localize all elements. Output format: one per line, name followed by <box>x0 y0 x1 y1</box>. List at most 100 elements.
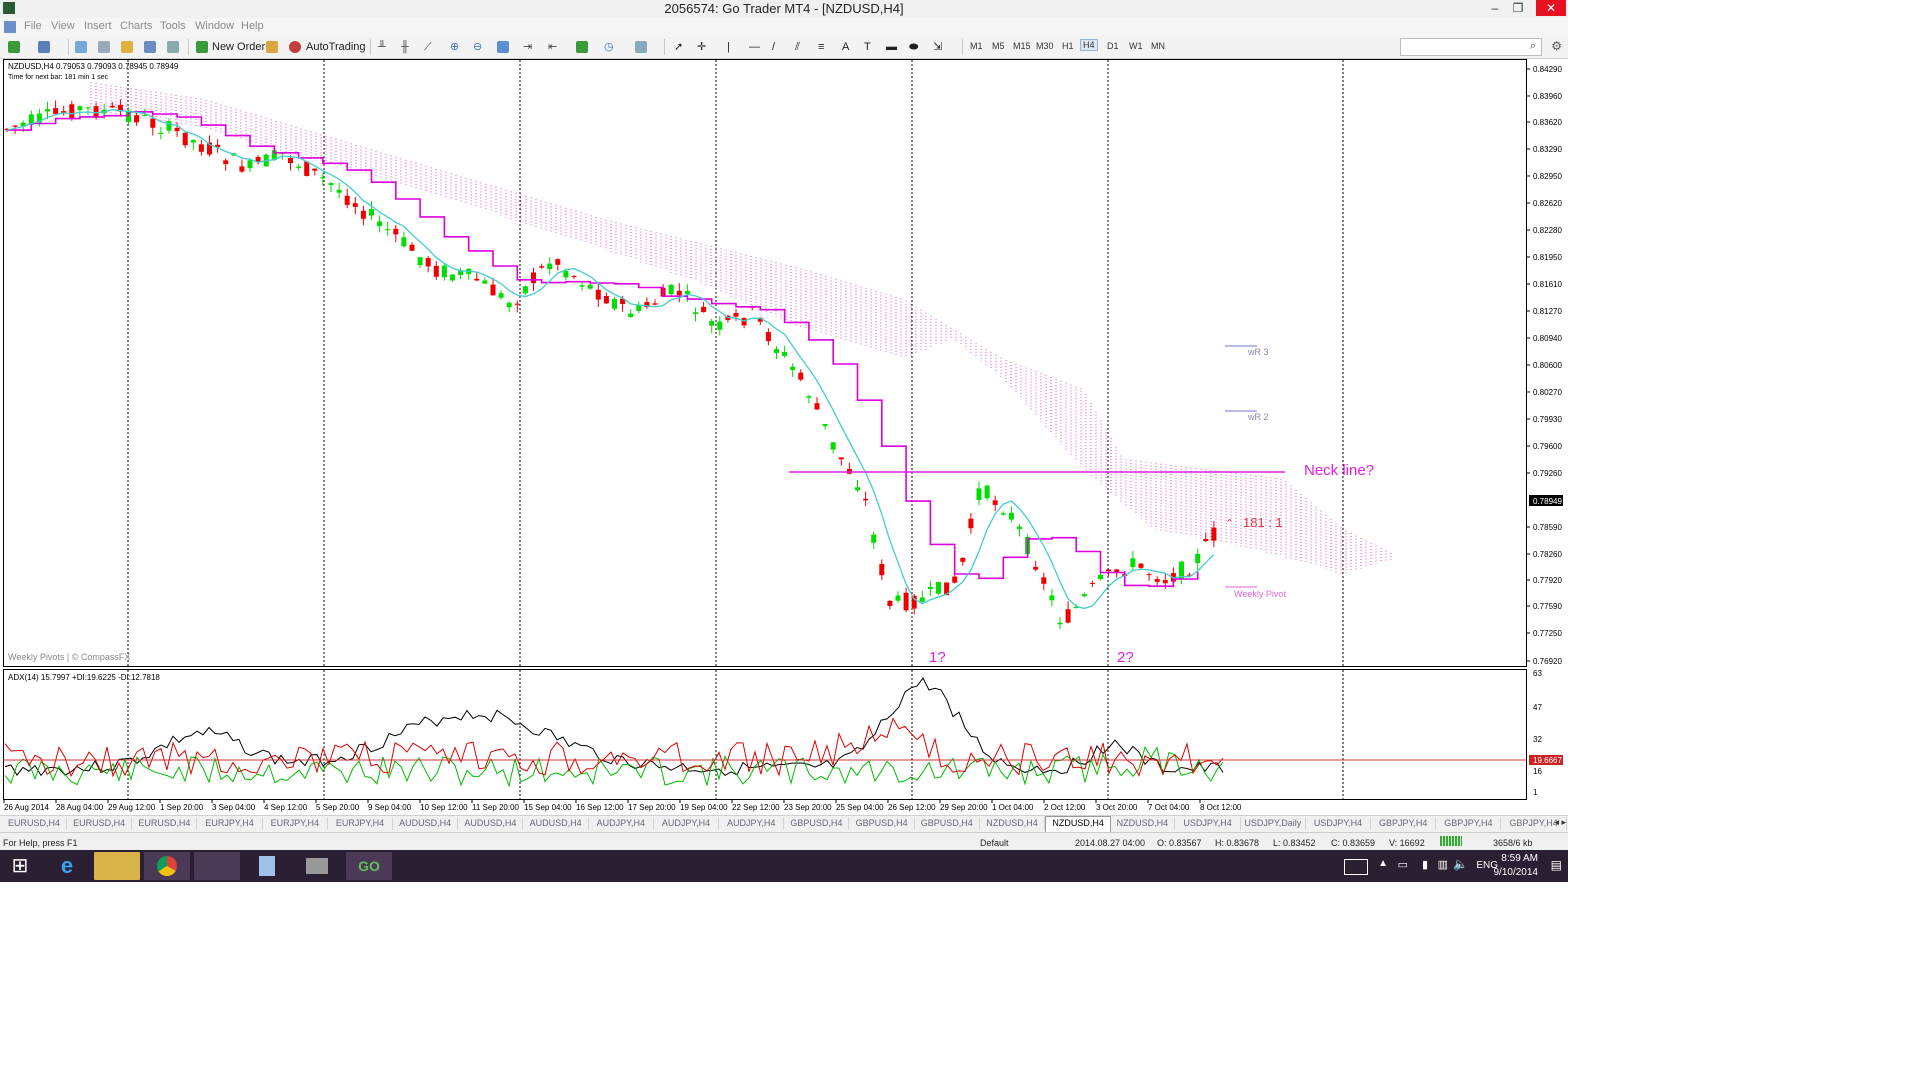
chart-tab[interactable]: GBPUSD,H4 <box>915 817 980 830</box>
chart-tab[interactable]: AUDJPY,H4 <box>719 817 785 830</box>
file-explorer-icon[interactable] <box>94 852 140 880</box>
chart-shift-icon[interactable]: ⇤ <box>548 39 557 55</box>
chart-tab[interactable]: AUDJPY,H4 <box>589 817 654 830</box>
navigator-icon[interactable] <box>121 41 133 53</box>
market-watch-icon[interactable] <box>75 41 87 53</box>
bar-chart-icon[interactable]: ╨ <box>378 39 386 55</box>
remote-desktop-icon[interactable] <box>194 852 240 880</box>
chart-tab[interactable]: AUDJPY,H4 <box>654 817 719 830</box>
chart-tab[interactable]: EURJPY,H4 <box>198 817 263 830</box>
candle-body <box>547 263 553 270</box>
chart-tab[interactable]: AUDUSD,H4 <box>524 817 589 830</box>
menu-help[interactable]: Help <box>241 20 264 32</box>
tile-windows-icon[interactable] <box>497 41 509 53</box>
film-icon[interactable] <box>294 852 340 880</box>
strategy-tester-icon[interactable] <box>167 41 179 53</box>
templates-icon[interactable] <box>635 41 647 53</box>
chart-tab[interactable]: NZDUSD,H4 <box>980 817 1045 830</box>
close-button[interactable]: ✕ <box>1536 0 1566 16</box>
chart-tab[interactable]: GBPJPY,H4 <box>1436 817 1502 830</box>
ellipse-icon[interactable]: ⬬ <box>909 39 918 55</box>
arrows-icon[interactable]: ⇲ <box>933 39 942 55</box>
timeframe-m15[interactable]: M15 <box>1013 41 1031 51</box>
calculator-icon[interactable] <box>244 852 290 880</box>
tray-arrow-icon[interactable]: ▲ <box>1378 858 1388 869</box>
chart-tab[interactable]: EURJPY,H4 <box>328 817 393 830</box>
indicators-icon[interactable] <box>576 41 588 53</box>
chart-tab[interactable]: USDJPY,H4 <box>1306 817 1371 830</box>
menu-window[interactable]: Window <box>195 20 234 32</box>
internet-explorer-icon[interactable]: e <box>44 852 90 880</box>
expert-advisors-icon[interactable] <box>266 41 278 53</box>
keyboard-icon[interactable] <box>1344 859 1368 875</box>
chart-tab[interactable]: USDJPY,H4 <box>1176 817 1241 830</box>
timeframe-h1[interactable]: H1 <box>1062 41 1074 51</box>
menu-file[interactable]: File <box>24 20 42 32</box>
chart-tab[interactable]: GBPUSD,H4 <box>850 817 915 830</box>
chart-tab[interactable]: GBPUSD,H4 <box>784 817 850 830</box>
timeframe-m1[interactable]: M1 <box>970 41 983 51</box>
menu-view[interactable]: View <box>51 20 75 32</box>
new-order-button[interactable]: New Order <box>212 39 265 55</box>
search-input[interactable]: ⌕ <box>1400 38 1542 56</box>
vertical-line-icon[interactable]: | <box>727 39 730 55</box>
chart-tab[interactable]: GBPJPY,H4 <box>1371 817 1437 830</box>
menu-tools[interactable]: Tools <box>160 20 186 32</box>
timeframe-m5[interactable]: M5 <box>992 41 1005 51</box>
minimize-button[interactable]: – <box>1484 0 1506 16</box>
chart-tab[interactable]: EURJPY,H4 <box>263 817 328 830</box>
text-icon[interactable]: A <box>842 39 849 55</box>
rectangle-icon[interactable]: ▬ <box>886 39 897 55</box>
gear-icon[interactable]: ⚙ <box>1551 39 1562 53</box>
menu-insert[interactable]: Insert <box>84 20 112 32</box>
metatrader-icon[interactable]: GO <box>346 852 392 880</box>
volume-icon[interactable]: 🔈 <box>1453 857 1468 871</box>
start-icon[interactable]: ⊞ <box>0 852 40 880</box>
data-window-icon[interactable] <box>98 41 110 53</box>
chart-window[interactable]: Neck line? 1? 2? wR 3 wR 2 Weekly Pivot … <box>3 59 1568 815</box>
cursor-icon[interactable]: ➚ <box>674 39 683 55</box>
tab-scroll-arrows[interactable]: ◂ ▸ <box>1554 817 1566 828</box>
search-icon[interactable]: ⌕ <box>1530 40 1536 53</box>
text-label-icon[interactable]: T <box>864 39 871 55</box>
horizontal-line-icon[interactable]: — <box>749 39 760 55</box>
chart-tab[interactable]: USDJPY,Daily <box>1241 817 1306 830</box>
timeframe-h4[interactable]: H4 <box>1080 39 1098 51</box>
chrome-icon[interactable] <box>144 852 190 880</box>
chart-tab[interactable]: NZDUSD,H4 <box>1110 817 1176 830</box>
zoom-out-icon[interactable]: ⊖ <box>473 39 482 55</box>
new-chart-icon[interactable] <box>8 41 20 53</box>
autoscroll-icon[interactable]: ⇥ <box>523 39 532 55</box>
profiles-icon[interactable] <box>38 41 50 53</box>
chart-tab[interactable]: EURUSD,H4 <box>132 817 198 830</box>
trendline-icon[interactable]: / <box>772 39 775 55</box>
candle-body <box>587 284 593 289</box>
zoom-in-icon[interactable]: ⊕ <box>450 39 459 55</box>
chart-canvas[interactable]: Neck line? 1? 2? wR 3 wR 2 Weekly Pivot … <box>3 59 1568 815</box>
autotrading-button[interactable]: AutoTrading <box>306 39 366 55</box>
timeframe-w1[interactable]: W1 <box>1129 41 1143 51</box>
tray-network-icon[interactable]: ▥ <box>1438 858 1448 871</box>
tray-battery-icon[interactable]: ▮ <box>1422 858 1428 871</box>
fibonacci-icon[interactable]: ≡ <box>818 39 824 55</box>
timeframe-d1[interactable]: D1 <box>1107 41 1119 51</box>
chart-tab[interactable]: AUDUSD,H4 <box>393 817 459 830</box>
chart-tab[interactable]: AUDUSD,H4 <box>458 817 524 830</box>
chart-tab[interactable]: EURUSD,H4 <box>67 817 133 830</box>
tray-flag-icon[interactable]: ▭ <box>1398 858 1408 871</box>
clock-time[interactable]: 8:59 AM <box>1501 853 1538 864</box>
chart-tab[interactable]: NZDUSD,H4 <box>1045 816 1112 832</box>
clock-date[interactable]: 9/10/2014 <box>1494 867 1539 878</box>
terminal-icon[interactable] <box>144 41 156 53</box>
line-chart-icon[interactable]: ⟋ <box>424 39 432 55</box>
notifications-icon[interactable]: ▤ <box>1551 858 1562 872</box>
equidistant-channel-icon[interactable]: ⫽ <box>795 39 800 55</box>
timeframe-m30[interactable]: M30 <box>1036 41 1054 51</box>
periods-icon[interactable]: ◷ <box>604 39 614 55</box>
candlestick-icon[interactable]: ╫ <box>401 39 409 55</box>
chart-tab[interactable]: EURUSD,H4 <box>2 817 67 830</box>
restore-button[interactable]: ❐ <box>1507 0 1529 16</box>
timeframe-mn[interactable]: MN <box>1151 41 1165 51</box>
menu-charts[interactable]: Charts <box>120 20 152 32</box>
crosshair-icon[interactable]: ✛ <box>697 39 706 55</box>
